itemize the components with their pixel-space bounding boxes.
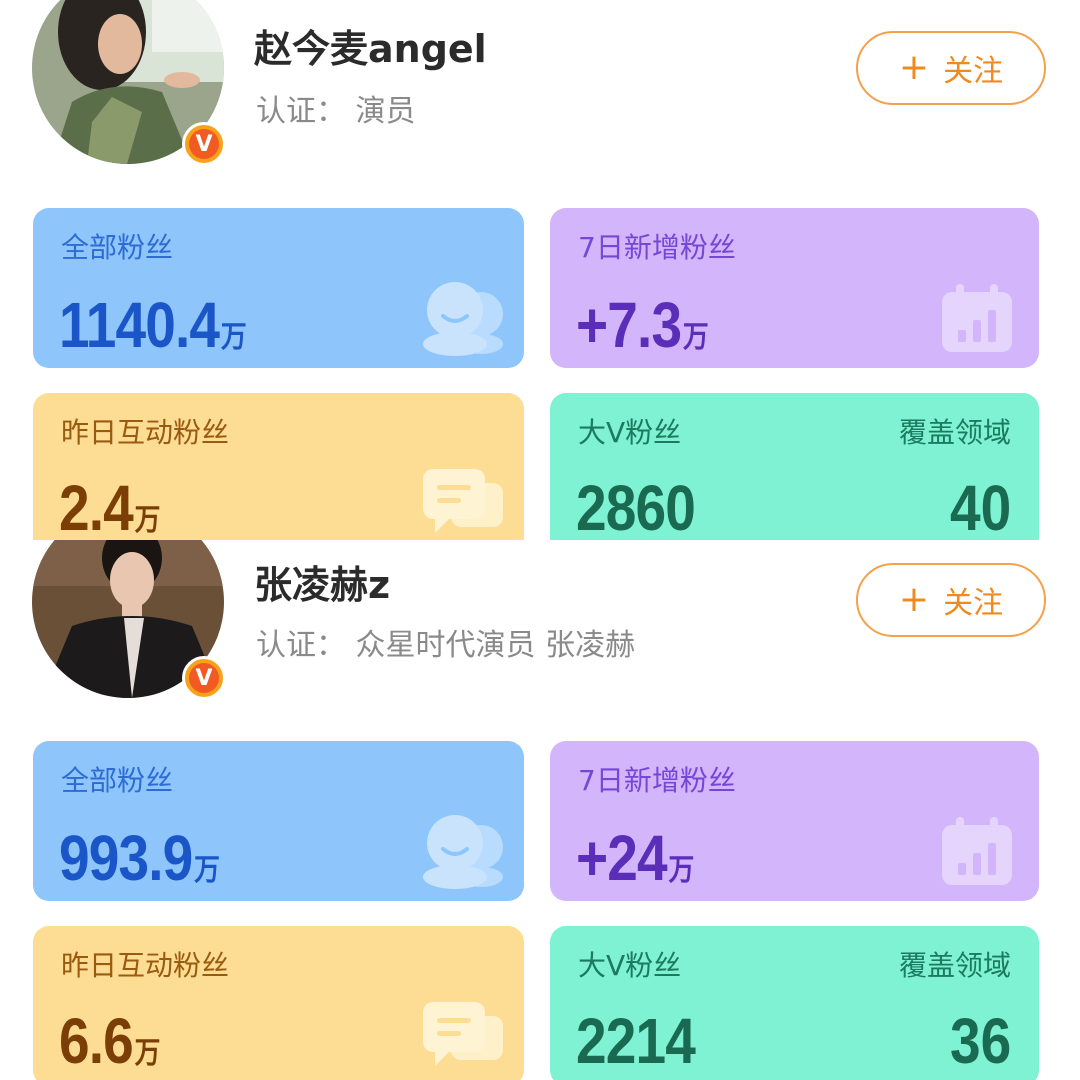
big-v-fans-card[interactable]: 大V粉丝 覆盖领域 2860 40	[550, 393, 1039, 540]
profile-name[interactable]: 张凌赫z	[254, 554, 390, 609]
coverage-label: 覆盖领域	[898, 949, 1011, 982]
plus-icon: +	[898, 579, 930, 620]
interactive-fans-label: 昨日互动粉丝	[61, 416, 230, 449]
big-v-fans-label: 大V粉丝	[578, 949, 682, 982]
fans-icon	[423, 815, 503, 889]
coverage-value: 40	[949, 472, 1011, 540]
chat-icon	[423, 469, 503, 533]
all-fans-card[interactable]: 全部粉丝 1140.4万	[33, 208, 524, 368]
interactive-fans-card[interactable]: 昨日互动粉丝 2.4万	[33, 393, 524, 540]
certification-text: 认证： 众星时代演员 张凌赫	[256, 628, 636, 663]
new-fans-7d-label: 7日新增粉丝	[578, 764, 736, 797]
new-fans-7d-card[interactable]: 7日新增粉丝 +7.3万	[550, 208, 1039, 368]
new-fans-7d-value: +24万	[576, 822, 694, 894]
follow-label: 关注	[943, 54, 1004, 89]
coverage-label: 覆盖领域	[898, 416, 1011, 449]
big-v-fans-card[interactable]: 大V粉丝 覆盖领域 2214 36	[550, 926, 1039, 1080]
new-fans-7d-label: 7日新增粉丝	[578, 231, 736, 264]
new-fans-7d-value: +7.3万	[576, 289, 709, 361]
interactive-fans-label: 昨日互动粉丝	[61, 949, 230, 982]
new-fans-7d-card[interactable]: 7日新增粉丝 +24万	[550, 741, 1039, 901]
coverage-value: 36	[949, 1005, 1011, 1077]
big-v-fans-value: 2214	[576, 1005, 696, 1077]
verified-badge-icon: V	[182, 122, 226, 166]
all-fans-value: 993.9万	[59, 822, 220, 894]
profile-name[interactable]: 赵今麦angel	[254, 18, 487, 73]
follow-button[interactable]: + 关注	[856, 31, 1046, 105]
plus-icon: +	[898, 47, 930, 88]
interactive-fans-value: 6.6万	[59, 1005, 160, 1077]
profile-section: V 张凌赫z 认证： 众星时代演员 张凌赫 + 关注 全部粉丝 993.9万 7…	[0, 540, 1080, 1080]
chat-icon	[423, 1002, 503, 1066]
follow-button[interactable]: + 关注	[856, 563, 1046, 637]
calendar-chart-icon	[942, 817, 1012, 885]
profile-section: V 赵今麦angel 认证： 演员 + 关注 全部粉丝 1140.4万 7日新增…	[0, 0, 1080, 540]
calendar-chart-icon	[942, 284, 1012, 352]
follow-label: 关注	[943, 586, 1004, 621]
fans-icon	[423, 282, 503, 356]
big-v-fans-value: 2860	[576, 472, 696, 540]
verified-badge-icon: V	[182, 656, 226, 700]
all-fans-card[interactable]: 全部粉丝 993.9万	[33, 741, 524, 901]
all-fans-label: 全部粉丝	[61, 764, 174, 797]
all-fans-label: 全部粉丝	[61, 231, 174, 264]
interactive-fans-card[interactable]: 昨日互动粉丝 6.6万	[33, 926, 524, 1080]
interactive-fans-value: 2.4万	[59, 472, 160, 540]
big-v-fans-label: 大V粉丝	[578, 416, 682, 449]
all-fans-value: 1140.4万	[59, 289, 247, 361]
certification-text: 认证： 演员	[256, 94, 416, 129]
